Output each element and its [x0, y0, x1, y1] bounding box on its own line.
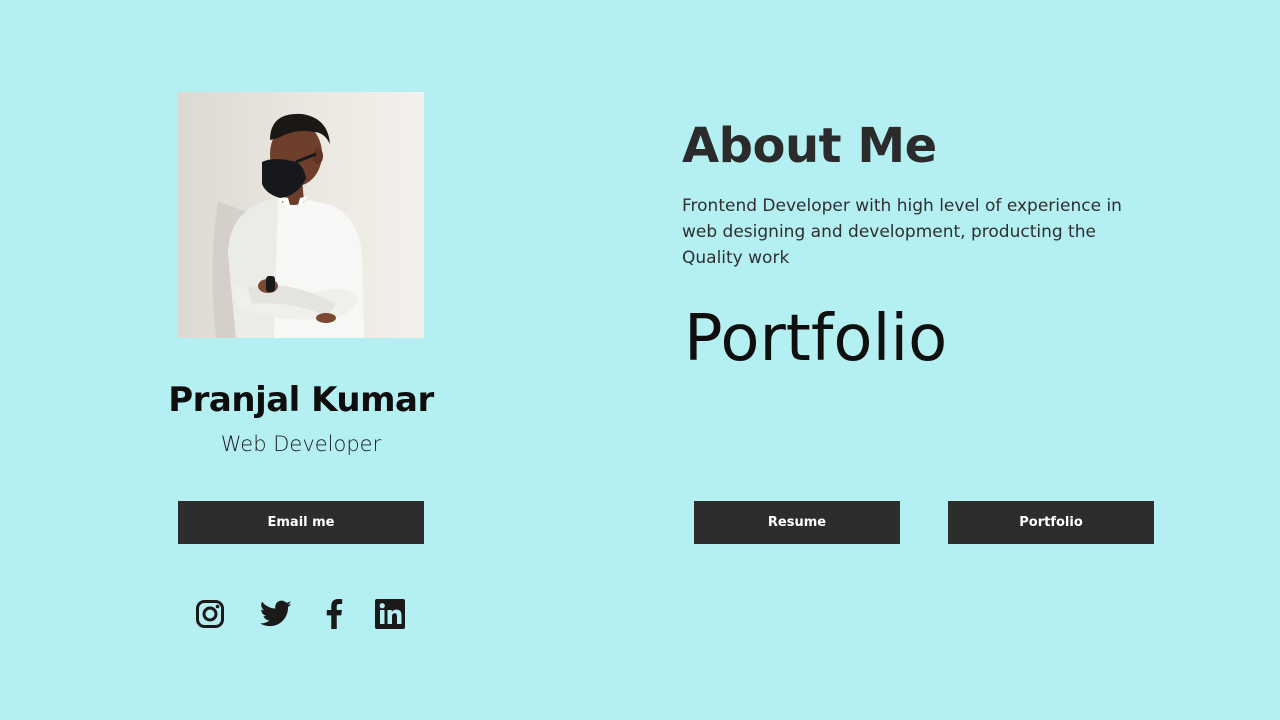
profile-role: Web Developer — [220, 432, 382, 456]
twitter-icon[interactable] — [256, 594, 296, 634]
about-me-description: Frontend Developer with high level of ex… — [682, 196, 1122, 268]
facebook-icon[interactable] — [314, 594, 354, 634]
profile-photo — [178, 92, 424, 338]
about-me-heading: About Me — [682, 118, 937, 174]
portfolio-heading: Portfolio — [684, 302, 948, 376]
resume-button[interactable]: Resume — [694, 501, 900, 544]
instagram-icon[interactable] — [190, 594, 230, 634]
portfolio-button[interactable]: Portfolio — [948, 501, 1154, 544]
profile-name: Pranjal Kumar — [168, 380, 434, 420]
linkedin-icon[interactable] — [370, 594, 410, 634]
portfolio-page: Pranjal Kumar Web Developer Email me Abo… — [0, 0, 1280, 720]
email-me-button[interactable]: Email me — [178, 501, 424, 544]
